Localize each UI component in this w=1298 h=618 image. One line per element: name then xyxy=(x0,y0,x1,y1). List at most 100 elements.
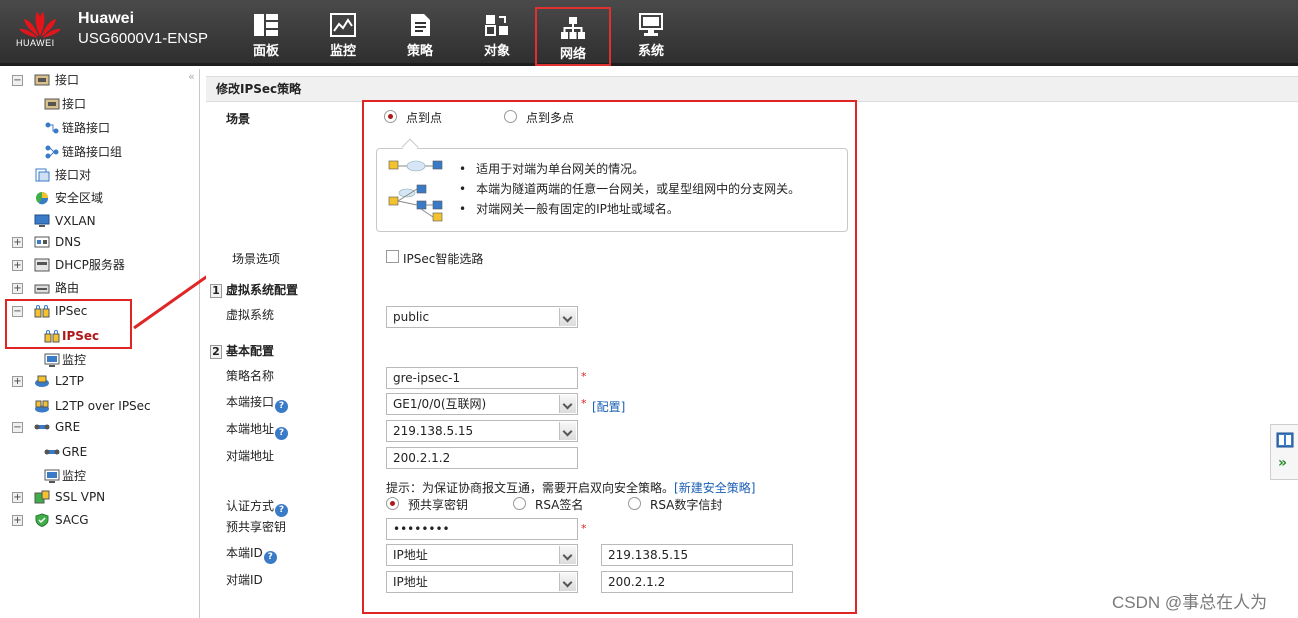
nav-network[interactable]: 网络 xyxy=(535,7,611,66)
radio-rsa-signature-label[interactable]: RSA签名 xyxy=(535,496,583,513)
tree-item-interface[interactable]: − 接口 xyxy=(12,69,192,91)
expand-toggle-icon[interactable]: + xyxy=(12,515,23,526)
info-line: 适用于对端为单台网关的情况。 xyxy=(459,159,800,179)
policy-name-input[interactable]: gre-ipsec-1 xyxy=(386,367,578,389)
vsys-label: 虚拟系统 xyxy=(226,308,275,322)
local-id-input[interactable]: 219.138.5.15 xyxy=(601,544,793,566)
scene-info-list: 适用于对端为单台网关的情况。 本端为隧道两端的任意一台网关，或星型组网中的分支网… xyxy=(459,159,800,219)
expand-toggle-icon[interactable]: + xyxy=(12,237,23,248)
tree-item-l2tp-over-ipsec[interactable]: L2TP over IPSec xyxy=(34,395,199,417)
nav-system[interactable]: 系统 xyxy=(613,6,689,64)
local-interface-label: 本端接口? xyxy=(226,393,289,413)
chevron-down-icon[interactable] xyxy=(559,422,576,440)
peer-id-type-select[interactable]: IP地址 xyxy=(386,571,578,593)
scene-label: 场景 xyxy=(226,112,251,126)
scene-options-label: 场景选项 xyxy=(232,252,281,266)
tree-item-ssl-vpn[interactable]: + SSL VPN xyxy=(12,486,192,508)
tree-item-gre-monitor[interactable]: 监控 xyxy=(44,465,194,487)
expand-panel-icon[interactable]: » xyxy=(1278,455,1287,471)
tree-item-link-interface[interactable]: 链路接口 xyxy=(44,117,194,139)
vsys-select[interactable]: public xyxy=(386,306,578,328)
radio-point-to-point-label[interactable]: 点到点 xyxy=(406,109,442,126)
tree-item-ipsec-monitor[interactable]: 监控 xyxy=(44,349,194,371)
expand-toggle-icon[interactable]: + xyxy=(12,492,23,503)
tree-item-l2tp[interactable]: + L2TP xyxy=(12,370,192,392)
network-topology-icon xyxy=(561,17,585,39)
peer-id-input[interactable]: 200.2.1.2 xyxy=(601,571,793,593)
peer-address-input[interactable]: 200.2.1.2 xyxy=(386,447,578,469)
radio-psk-label[interactable]: 预共享密钥 xyxy=(408,496,468,513)
peer-address-label: 对端地址 xyxy=(226,449,275,463)
local-address-select[interactable]: 219.138.5.15 xyxy=(386,420,578,442)
help-icon[interactable]: ? xyxy=(275,400,289,413)
collapse-toggle-icon[interactable]: − xyxy=(12,75,23,86)
device-model: USG6000V1-ENSP xyxy=(78,30,209,47)
route-icon xyxy=(34,284,50,294)
monitor-chart-icon xyxy=(330,13,356,37)
scene-info-box: 适用于对端为单台网关的情况。 本端为隧道两端的任意一台网关，或星型组网中的分支网… xyxy=(376,148,848,232)
smart-route-label[interactable]: IPSec智能选路 xyxy=(403,250,483,267)
chevron-down-icon[interactable] xyxy=(559,395,576,413)
local-id-type-select[interactable]: IP地址 xyxy=(386,544,578,566)
topology-diagram-icon xyxy=(388,160,443,222)
sslvpn-icon xyxy=(34,490,50,504)
auth-method-label: 认证方式? xyxy=(226,497,289,517)
help-icon[interactable]: ? xyxy=(275,504,289,517)
radio-psk[interactable] xyxy=(386,497,399,510)
help-icon[interactable]: ? xyxy=(275,427,289,440)
gre-icon xyxy=(44,449,60,455)
panel-title: 修改IPSec策略 xyxy=(206,76,1298,102)
watermark: CSDN @事总在人为 xyxy=(1112,593,1268,612)
tree-item-vxlan[interactable]: VXLAN xyxy=(34,210,194,232)
top-header: HUAWEI Huawei USG6000V1-ENSP 面板 监控 策略 对象… xyxy=(0,0,1298,66)
radio-rsa-signature[interactable] xyxy=(513,497,526,510)
nav-dashboard[interactable]: 面板 xyxy=(228,6,304,64)
radio-rsa-envelope-label[interactable]: RSA数字信封 xyxy=(650,496,722,513)
psk-password-input[interactable]: •••••••• xyxy=(386,518,578,540)
tree-item-gre[interactable]: − GRE xyxy=(12,416,192,438)
local-interface-select[interactable]: GE1/0/0(互联网) xyxy=(386,393,578,415)
smart-route-checkbox[interactable] xyxy=(386,250,399,263)
link-group-icon xyxy=(45,145,59,159)
chevron-down-icon[interactable] xyxy=(559,573,576,591)
section-vsys-header: 1 虚拟系统配置 xyxy=(210,281,298,298)
expand-toggle-icon[interactable]: + xyxy=(12,376,23,387)
gre-icon xyxy=(34,424,50,430)
chevron-down-icon[interactable] xyxy=(559,546,576,564)
collapse-toggle-icon[interactable]: − xyxy=(12,422,23,433)
interface-icon xyxy=(34,74,50,86)
nav-object[interactable]: 对象 xyxy=(459,6,535,64)
tree-item-route[interactable]: + 路由 xyxy=(12,277,192,299)
tree-item-dhcp[interactable]: + DHCP服务器 xyxy=(12,254,192,276)
radio-rsa-envelope[interactable] xyxy=(628,497,641,510)
expand-toggle-icon[interactable]: + xyxy=(12,260,23,271)
radio-point-to-multipoint[interactable] xyxy=(504,110,517,123)
expand-toggle-icon[interactable]: + xyxy=(12,283,23,294)
tree-item-security-zone[interactable]: 安全区域 xyxy=(34,187,194,209)
book-help-icon[interactable] xyxy=(1276,431,1294,449)
help-icon[interactable]: ? xyxy=(263,551,277,564)
side-toolbar: » xyxy=(1270,424,1298,480)
system-computer-icon xyxy=(639,13,663,36)
peer-id-label: 对端ID xyxy=(226,573,263,587)
nav-monitor[interactable]: 监控 xyxy=(305,6,381,64)
psk-label: 预共享密钥 xyxy=(226,520,287,534)
local-address-label: 本端地址? xyxy=(226,420,289,440)
tree-item-interface-list[interactable]: 接口 xyxy=(44,93,194,115)
config-link[interactable]: [配置] xyxy=(592,398,625,415)
tree-item-link-group[interactable]: 链路接口组 xyxy=(44,141,194,163)
logo-text: HUAWEI xyxy=(16,38,55,48)
security-policy-hint: 提示：为保证协商报文互通，需要开启双向安全策略。[新建安全策略] xyxy=(386,481,756,495)
radio-point-to-multipoint-label[interactable]: 点到多点 xyxy=(526,109,574,126)
sacg-icon xyxy=(35,513,49,527)
tree-item-sacg[interactable]: + SACG xyxy=(12,509,192,531)
radio-point-to-point[interactable] xyxy=(384,110,397,123)
new-security-policy-link[interactable]: [新建安全策略] xyxy=(674,481,755,495)
nav-policy[interactable]: 策略 xyxy=(382,6,458,64)
tree-item-gre-tunnel[interactable]: GRE xyxy=(44,441,194,463)
dns-icon xyxy=(34,236,50,248)
tree-item-interface-pair[interactable]: 接口对 xyxy=(34,164,194,186)
tree-item-dns[interactable]: + DNS xyxy=(12,231,192,253)
chevron-down-icon[interactable] xyxy=(559,308,576,326)
interface-pair-icon xyxy=(35,168,50,182)
